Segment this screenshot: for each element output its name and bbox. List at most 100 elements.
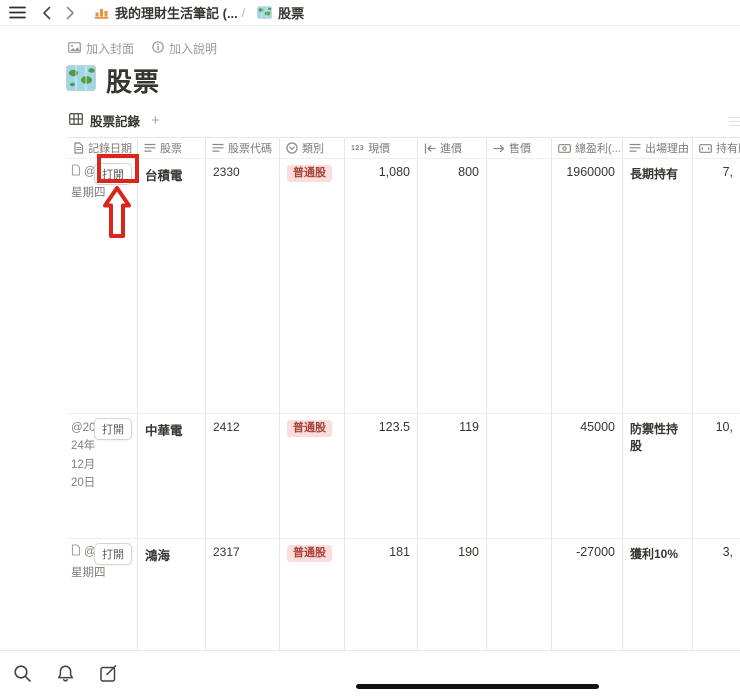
column-header-category[interactable]: 類別 [280,138,345,159]
search-icon[interactable] [13,664,32,683]
breadcrumb-label: 我的理財生活筆記 (... [115,6,238,21]
column-header-label: 售價 [509,143,531,155]
cell-exit-reason[interactable]: 獲利10% [623,539,693,650]
cell-stock[interactable]: 中華電 [138,414,206,539]
column-header-holding[interactable]: 持有股 [693,138,740,159]
picture-icon [68,41,81,56]
view-options-icon[interactable] [729,114,740,126]
view-tab-stock-records[interactable]: 股票記錄 [90,111,140,130]
page-title-row: 股票 [66,62,160,99]
column-header-sell-price[interactable]: 售價 [487,138,552,159]
home-indicator-bar [356,684,599,689]
text-property-icon [144,143,156,153]
cell-sell-price[interactable] [487,159,552,414]
cell-category[interactable]: 普通股 [280,414,345,539]
column-header-current-price[interactable]: 123 現價 [345,138,418,159]
column-header-exit-reason[interactable]: 出場理由 [623,138,693,159]
cell-current-price[interactable]: 181 [345,539,418,650]
back-button[interactable] [38,6,54,20]
breadcrumb-label: 股票 [278,6,305,21]
add-description-button[interactable]: 加入說明 [152,40,217,57]
cell-category[interactable]: 普通股 [280,539,345,650]
column-header-label: 類別 [302,143,324,155]
column-header-label: 股票代碼 [228,143,272,155]
cell-current-price[interactable]: 1,080 [345,159,418,414]
breadcrumb-separator: / [241,5,246,20]
add-cover-button[interactable]: 加入封面 [68,40,134,57]
add-description-label: 加入說明 [169,42,218,56]
cell-category[interactable]: 普通股 [280,159,345,414]
top-navbar: 我的理財生活筆記 (... / 股票 [0,0,740,26]
notion-app-window: 我的理財生活筆記 (... / 股票 加入封面 加入說明 股票 股票記錄 + 記… [0,0,740,696]
cell-stock-code[interactable]: 2317 [206,539,280,650]
table-view-icon [69,112,83,130]
open-row-button[interactable]: 打開 [94,543,132,565]
cell-holding[interactable]: 10, [693,414,740,539]
category-badge: 普通股 [287,165,332,183]
arrow-right-icon [493,143,505,154]
add-view-button[interactable]: + [151,112,160,129]
arrow-to-bar-icon [424,142,436,154]
world-map-icon [257,6,272,19]
breadcrumb-item-stocks[interactable]: 股票 [257,3,304,22]
banknote-icon [699,143,712,154]
number-property-icon: 123 [351,144,365,152]
bottom-toolbar [0,650,740,696]
cell-exit-reason[interactable]: 防禦性持股 [623,414,693,539]
cell-record-date[interactable]: @ 星期四 打開 [67,539,138,650]
column-header-label: 進價 [440,143,462,155]
notifications-bell-icon[interactable] [56,664,75,683]
hamburger-menu-icon[interactable] [8,6,26,20]
breadcrumb-item-notebook[interactable]: 我的理財生活筆記 (... [94,3,238,22]
column-header-label: 出場理由 [645,143,689,155]
cell-total-profit[interactable]: 45000 [552,414,623,539]
cell-stock-code[interactable]: 2330 [206,159,280,414]
compose-new-page-icon[interactable] [99,664,118,683]
cell-stock[interactable]: 台積電 [138,159,206,414]
page-mention-icon [71,164,81,179]
stock-records-table: 記錄日期 股票 股票代碼 類別 123 現價 進價 售價 總盈利(... 出場理… [67,137,740,650]
cell-buy-price[interactable]: 800 [418,159,487,414]
forward-button[interactable] [62,6,78,20]
cell-sell-price[interactable] [487,414,552,539]
column-header-label: 總盈利(... [575,143,621,155]
bar-chart-icon [94,6,109,19]
column-header-label: 股票 [160,143,182,155]
select-property-icon [286,142,298,154]
cell-holding[interactable]: 3, [693,539,740,650]
column-header-stock[interactable]: 股票 [138,138,206,159]
cell-current-price[interactable]: 123.5 [345,414,418,539]
text-property-icon [212,143,224,153]
cell-exit-reason[interactable]: 長期持有 [623,159,693,414]
text-property-icon [629,143,641,153]
category-badge: 普通股 [287,420,332,438]
page-mention-icon [71,544,81,559]
cell-record-date[interactable]: @2024年12月20日 打開 [67,414,138,539]
weekday-text: 星期四 [71,567,106,579]
info-icon [152,41,164,56]
page-title: 股票 [106,67,161,97]
cell-buy-price[interactable]: 190 [418,539,487,650]
cell-total-profit[interactable]: 1960000 [552,159,623,414]
column-header-stock-code[interactable]: 股票代碼 [206,138,280,159]
open-row-button[interactable]: 打開 [94,418,132,440]
column-header-label: 現價 [368,143,391,155]
cell-holding[interactable]: 7, [693,159,740,414]
banknote-icon [558,143,571,154]
add-cover-label: 加入封面 [86,42,135,56]
page-icon-world-map[interactable] [66,65,96,96]
cell-total-profit[interactable]: -27000 [552,539,623,650]
cell-stock-code[interactable]: 2412 [206,414,280,539]
column-header-total-profit[interactable]: 總盈利(... [552,138,623,159]
view-tab-row: 股票記錄 + [69,111,160,130]
cell-stock[interactable]: 鴻海 [138,539,206,650]
annotation-highlight-box [97,154,139,183]
cell-sell-price[interactable] [487,539,552,650]
column-header-label: 持有股 [716,143,740,155]
column-header-buy-price[interactable]: 進價 [418,138,487,159]
category-badge: 普通股 [287,545,332,563]
page-actions: 加入封面 加入說明 [68,40,217,57]
title-property-icon [73,142,84,154]
annotation-up-arrow-icon [103,186,131,238]
cell-buy-price[interactable]: 119 [418,414,487,539]
